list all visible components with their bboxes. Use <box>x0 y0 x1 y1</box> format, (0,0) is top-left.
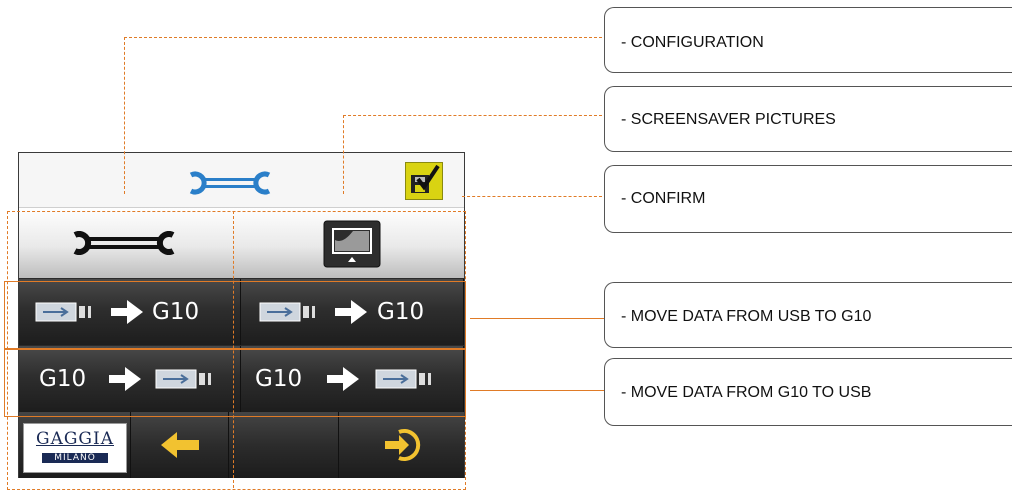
callout-screensaver-pictures: - SCREENSAVER PICTURES <box>604 86 1012 152</box>
connector-usb-to-g10 <box>470 318 604 319</box>
callout-label: - MOVE DATA FROM G10 TO USB <box>621 384 872 401</box>
confirm-button[interactable] <box>405 162 443 200</box>
callout-label: - MOVE DATA FROM USB TO G10 <box>621 308 872 325</box>
usb-to-g10-highlight <box>4 281 466 349</box>
screen-header <box>19 153 464 208</box>
connector-configuration-v <box>124 37 125 194</box>
connector-screensaver <box>343 115 602 116</box>
callout-move-g10-to-usb: - MOVE DATA FROM G10 TO USB <box>604 358 1012 426</box>
confirm-save-icon <box>411 164 440 193</box>
callout-configuration: - CONFIGURATION <box>604 7 1012 73</box>
connector-g10-to-usb <box>470 390 604 391</box>
connector-configuration <box>124 37 602 38</box>
callout-label: - SCREENSAVER PICTURES <box>621 111 836 128</box>
callout-label: - CONFIGURATION <box>621 34 764 51</box>
wrench-icon <box>189 171 271 195</box>
connector-confirm <box>462 196 602 197</box>
connector-screensaver-v <box>343 115 344 194</box>
callout-label: - CONFIRM <box>621 190 706 207</box>
callout-move-usb-to-g10: - MOVE DATA FROM USB TO G10 <box>604 282 1012 348</box>
callout-confirm: - CONFIRM <box>604 165 1012 233</box>
g10-to-usb-highlight <box>4 349 466 417</box>
